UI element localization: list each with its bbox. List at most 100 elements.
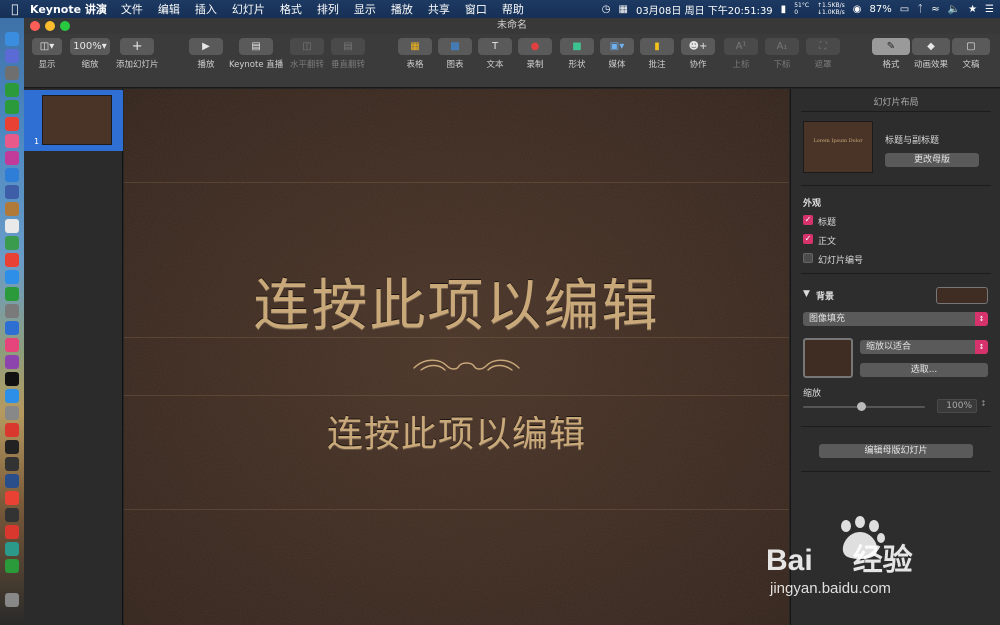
messages-icon[interactable] bbox=[5, 100, 19, 114]
slide-title[interactable]: 连按此项以编辑 bbox=[124, 261, 789, 342]
app-store-icon[interactable] bbox=[5, 389, 19, 403]
scale-slider-thumb[interactable] bbox=[857, 402, 866, 411]
slide-thumbnail[interactable] bbox=[42, 95, 112, 145]
wechat-icon[interactable] bbox=[5, 83, 19, 97]
apple-icon[interactable]:  bbox=[0, 2, 30, 16]
background-image-well[interactable] bbox=[803, 338, 853, 378]
apple-tv-icon[interactable] bbox=[5, 372, 19, 386]
scale-mode-popup[interactable]: 缩放以适合 ↕ bbox=[860, 340, 988, 354]
menu-file[interactable]: 文件 bbox=[121, 1, 143, 17]
chart-button[interactable]: ▩ 图表 bbox=[438, 38, 472, 70]
edit-master-button[interactable]: 编辑母版幻灯片 bbox=[819, 444, 973, 458]
play-button[interactable]: ▶ 播放 bbox=[189, 38, 223, 70]
calendar-icon[interactable]: ▦ bbox=[619, 4, 628, 15]
chrome-icon[interactable] bbox=[5, 117, 19, 131]
music-app-icon[interactable] bbox=[5, 151, 19, 165]
volume-icon[interactable]: 🔈 bbox=[948, 4, 960, 15]
datetime[interactable]: 03月08日 周日 下午20:51:39 bbox=[636, 2, 773, 17]
clock-sync-icon[interactable]: ◷ bbox=[602, 4, 611, 15]
table-button[interactable]: ▦ 表格 bbox=[398, 38, 432, 70]
superscript-button[interactable]: A¹ 上标 bbox=[724, 38, 758, 70]
add-slide-button[interactable]: + 添加幻灯片 bbox=[116, 38, 159, 70]
menu-slide[interactable]: 幻灯片 bbox=[232, 1, 265, 17]
downloads-icon[interactable] bbox=[5, 542, 19, 556]
choose-button[interactable]: 选取... bbox=[860, 363, 988, 377]
eye-icon[interactable]: ◉ bbox=[853, 4, 862, 15]
wifi-icon[interactable]: ≈ bbox=[931, 4, 939, 15]
notes-icon[interactable] bbox=[5, 202, 19, 216]
menu-play[interactable]: 播放 bbox=[391, 1, 413, 17]
battery-percent[interactable]: 87% bbox=[870, 4, 892, 15]
itunes-icon[interactable] bbox=[5, 338, 19, 352]
keynote-icon[interactable] bbox=[5, 321, 19, 335]
flip-horizontal-button[interactable]: ◫ 水平翻转 bbox=[290, 38, 324, 70]
vpn-icon[interactable] bbox=[5, 474, 19, 488]
safari-icon[interactable] bbox=[5, 168, 19, 182]
close-icon[interactable] bbox=[30, 21, 40, 31]
qq-icon[interactable] bbox=[5, 270, 19, 284]
app-menu[interactable]: Keynote 讲演 bbox=[30, 1, 107, 17]
comment-button[interactable]: ▮ 批注 bbox=[640, 38, 674, 70]
calendar-app-icon[interactable] bbox=[5, 219, 19, 233]
zoom-button[interactable]: 100% ▾ 缩放 bbox=[70, 38, 110, 70]
maps-icon[interactable] bbox=[5, 236, 19, 250]
record-button[interactable]: ● 录制 bbox=[518, 38, 552, 70]
view-button[interactable]: ◫▾ 显示 bbox=[32, 38, 62, 70]
subscript-button[interactable]: A₁ 下标 bbox=[765, 38, 799, 70]
siri-icon[interactable] bbox=[5, 49, 19, 63]
netease-music-icon[interactable] bbox=[5, 525, 19, 539]
facetime-icon[interactable] bbox=[5, 287, 19, 301]
shape-button[interactable]: ■ 形状 bbox=[560, 38, 594, 70]
keynote-live-button[interactable]: ▤ Keynote 直播 bbox=[229, 38, 283, 70]
list-icon[interactable]: ☰ bbox=[985, 4, 994, 15]
menu-insert[interactable]: 插入 bbox=[195, 1, 217, 17]
collaborate-button[interactable]: ☻+ 协作 bbox=[681, 38, 715, 70]
document-tab-button[interactable]: ▢ 文稿 bbox=[952, 38, 990, 70]
preview-icon[interactable] bbox=[5, 185, 19, 199]
network-speed[interactable]: ↑1.5KB/s ↓1.0KB/s bbox=[817, 2, 845, 16]
slide-number-checkbox[interactable] bbox=[803, 253, 813, 263]
menu-window[interactable]: 窗口 bbox=[465, 1, 487, 17]
terminal-icon[interactable] bbox=[5, 457, 19, 471]
podcasts-icon[interactable] bbox=[5, 355, 19, 369]
yandex-icon[interactable] bbox=[5, 491, 19, 505]
settings-icon[interactable] bbox=[5, 304, 19, 318]
menu-help[interactable]: 帮助 bbox=[502, 1, 524, 17]
bluetooth-icon[interactable]: ᛏ bbox=[917, 4, 923, 15]
slide-subtitle[interactable]: 连按此项以编辑 bbox=[124, 405, 789, 457]
activity-monitor-icon[interactable] bbox=[5, 440, 19, 454]
launchpad-icon[interactable] bbox=[5, 66, 19, 80]
finder-icon[interactable] bbox=[5, 32, 19, 46]
vivaldi-icon[interactable] bbox=[5, 423, 19, 437]
scale-value-field[interactable]: 100% bbox=[937, 399, 977, 413]
fullscreen-icon[interactable] bbox=[60, 21, 70, 31]
media-button[interactable]: ▣▾ 媒体 bbox=[600, 38, 634, 70]
text-button[interactable]: T 文本 bbox=[478, 38, 512, 70]
background-color-well[interactable] bbox=[936, 287, 988, 304]
battery-icon[interactable]: ▭ bbox=[900, 4, 909, 15]
fill-type-popup[interactable]: 图像填充 ↕ bbox=[803, 312, 988, 326]
bookmark-icon[interactable]: ▮ bbox=[781, 4, 787, 15]
slide-canvas[interactable]: 连按此项以编辑 连按此项以编辑 bbox=[124, 89, 789, 625]
format-tab-button[interactable]: ✎ 格式 bbox=[872, 38, 910, 70]
stepper-icon[interactable]: ↕ bbox=[980, 399, 987, 408]
change-master-button[interactable]: 更改母版 bbox=[885, 153, 979, 167]
mask-button[interactable]: ⛶ 遮罩 bbox=[806, 38, 840, 70]
photos-icon[interactable] bbox=[5, 134, 19, 148]
title-checkbox[interactable]: ✓ bbox=[803, 215, 813, 225]
disclosure-triangle-icon[interactable]: ▼ bbox=[803, 289, 810, 299]
animate-tab-button[interactable]: ◆ 动画效果 bbox=[912, 38, 950, 70]
menu-share[interactable]: 共享 bbox=[428, 1, 450, 17]
minimize-icon[interactable] bbox=[45, 21, 55, 31]
browser-icon[interactable] bbox=[5, 253, 19, 267]
menu-edit[interactable]: 编辑 bbox=[158, 1, 180, 17]
trash-icon[interactable] bbox=[5, 593, 19, 607]
menu-format[interactable]: 格式 bbox=[280, 1, 302, 17]
master-thumbnail[interactable]: Lorem Ipsum Dolor bbox=[803, 121, 873, 173]
temp-readout[interactable]: 51°C 0 bbox=[794, 2, 809, 16]
menu-arrange[interactable]: 排列 bbox=[317, 1, 339, 17]
flip-vertical-button[interactable]: ▤ 垂直翻转 bbox=[331, 38, 365, 70]
star-icon[interactable]: ★ bbox=[968, 4, 977, 15]
menu-view[interactable]: 显示 bbox=[354, 1, 376, 17]
body-checkbox[interactable]: ✓ bbox=[803, 234, 813, 244]
